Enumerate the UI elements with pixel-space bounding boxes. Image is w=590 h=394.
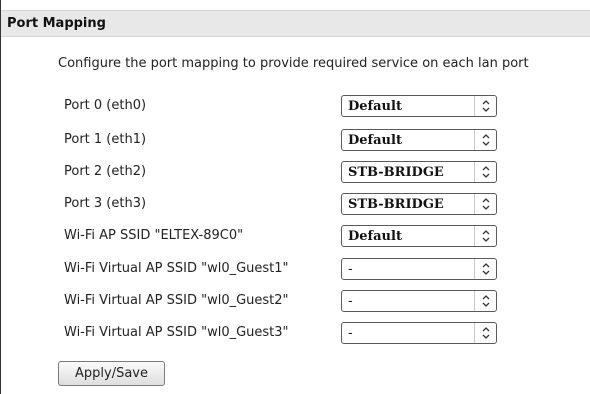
mapping-select-value: - <box>348 294 353 309</box>
mapping-label-port1: Port 1 (eth1) <box>64 132 147 147</box>
mapping-label-wifi-ap: Wi-Fi AP SSID "ELTEX-89C0" <box>64 228 244 243</box>
mapping-select-value: Default <box>348 99 402 114</box>
mapping-label-guest1: Wi-Fi Virtual AP SSID "wl0_Guest1" <box>64 261 289 276</box>
mapping-row-port1: Port 1 (eth1) Default <box>0 129 590 151</box>
mapping-label-port3: Port 3 (eth3) <box>64 196 147 211</box>
mapping-row-guest2: Wi-Fi Virtual AP SSID "wl0_Guest2" - <box>0 290 590 312</box>
mapping-row-guest1: Wi-Fi Virtual AP SSID "wl0_Guest1" - <box>0 258 590 280</box>
mapping-select-port0[interactable]: Default <box>341 95 497 117</box>
mapping-select-wifi-ap[interactable]: Default <box>341 225 497 247</box>
mapping-label-port2: Port 2 (eth2) <box>64 164 147 179</box>
mapping-select-value: Default <box>348 133 402 148</box>
mapping-select-port1[interactable]: Default <box>341 129 497 151</box>
apply-save-button[interactable]: Apply/Save <box>58 361 165 386</box>
mapping-select-guest1[interactable]: - <box>341 258 497 280</box>
mapping-select-value: - <box>348 326 353 341</box>
mapping-select-value: STB-BRIDGE <box>348 197 444 212</box>
mapping-row-port0: Port 0 (eth0) Default <box>0 95 590 117</box>
mapping-label-guest2: Wi-Fi Virtual AP SSID "wl0_Guest2" <box>64 293 289 308</box>
up-down-chevron-icon <box>474 226 496 246</box>
up-down-chevron-icon <box>474 259 496 279</box>
mapping-row-port2: Port 2 (eth2) STB-BRIDGE <box>0 161 590 183</box>
mapping-label-guest3: Wi-Fi Virtual AP SSID "wl0_Guest3" <box>64 325 289 340</box>
section-description: Configure the port mapping to provide re… <box>58 56 529 71</box>
mapping-select-port2[interactable]: STB-BRIDGE <box>341 161 497 183</box>
mapping-select-guest2[interactable]: - <box>341 290 497 312</box>
mapping-select-guest3[interactable]: - <box>341 322 497 344</box>
page-title: Port Mapping <box>7 16 106 31</box>
up-down-chevron-icon <box>474 194 496 214</box>
mapping-label-port0: Port 0 (eth0) <box>64 98 147 113</box>
up-down-chevron-icon <box>474 96 496 116</box>
mapping-select-value: - <box>348 262 353 277</box>
mapping-select-value: Default <box>348 229 402 244</box>
port-mapping-page: Port Mapping Configure the port mapping … <box>0 0 590 394</box>
mapping-select-value: STB-BRIDGE <box>348 165 444 180</box>
mapping-row-guest3: Wi-Fi Virtual AP SSID "wl0_Guest3" - <box>0 322 590 344</box>
up-down-chevron-icon <box>474 291 496 311</box>
mapping-row-port3: Port 3 (eth3) STB-BRIDGE <box>0 193 590 215</box>
mapping-select-port3[interactable]: STB-BRIDGE <box>341 193 497 215</box>
up-down-chevron-icon <box>474 130 496 150</box>
mapping-row-wifi-ap: Wi-Fi AP SSID "ELTEX-89C0" Default <box>0 225 590 247</box>
section-header: Port Mapping <box>1 10 590 37</box>
up-down-chevron-icon <box>474 323 496 343</box>
up-down-chevron-icon <box>474 162 496 182</box>
